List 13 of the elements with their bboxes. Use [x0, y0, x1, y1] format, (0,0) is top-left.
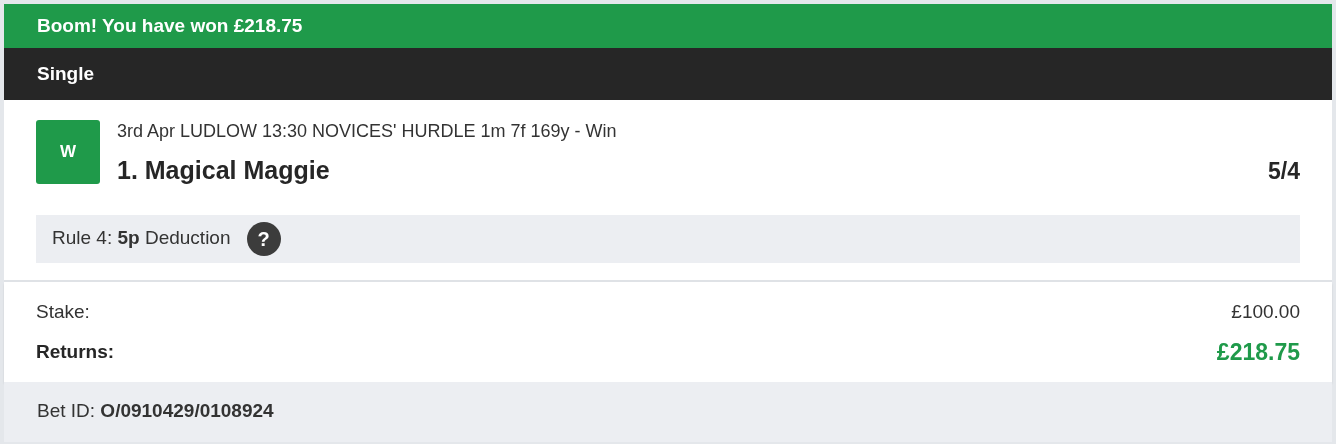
event-description: 3rd Apr LUDLOW 13:30 NOVICES' HURDLE 1m 7f 169y - Win [117, 120, 618, 142]
bet-id: Bet ID: O/0910429/0108924 [37, 399, 274, 424]
summary-label: Returns: [36, 340, 115, 364]
odds: 5/4 [1268, 156, 1300, 186]
summary-label: Stake: [36, 299, 90, 324]
summary-value: £218.75 [1216, 338, 1300, 367]
win-banner: Boom! You have won £218.75 [4, 4, 1332, 48]
runner-name: 1. Magical Maggie [117, 155, 330, 186]
result-badge: W [36, 120, 100, 184]
summary-value: £100.00 [1231, 299, 1300, 324]
bet-type-header: Single [4, 48, 1332, 100]
rule-notice: Rule 4: 5p Deduction [52, 226, 231, 251]
help-icon[interactable]: ? [246, 221, 281, 256]
